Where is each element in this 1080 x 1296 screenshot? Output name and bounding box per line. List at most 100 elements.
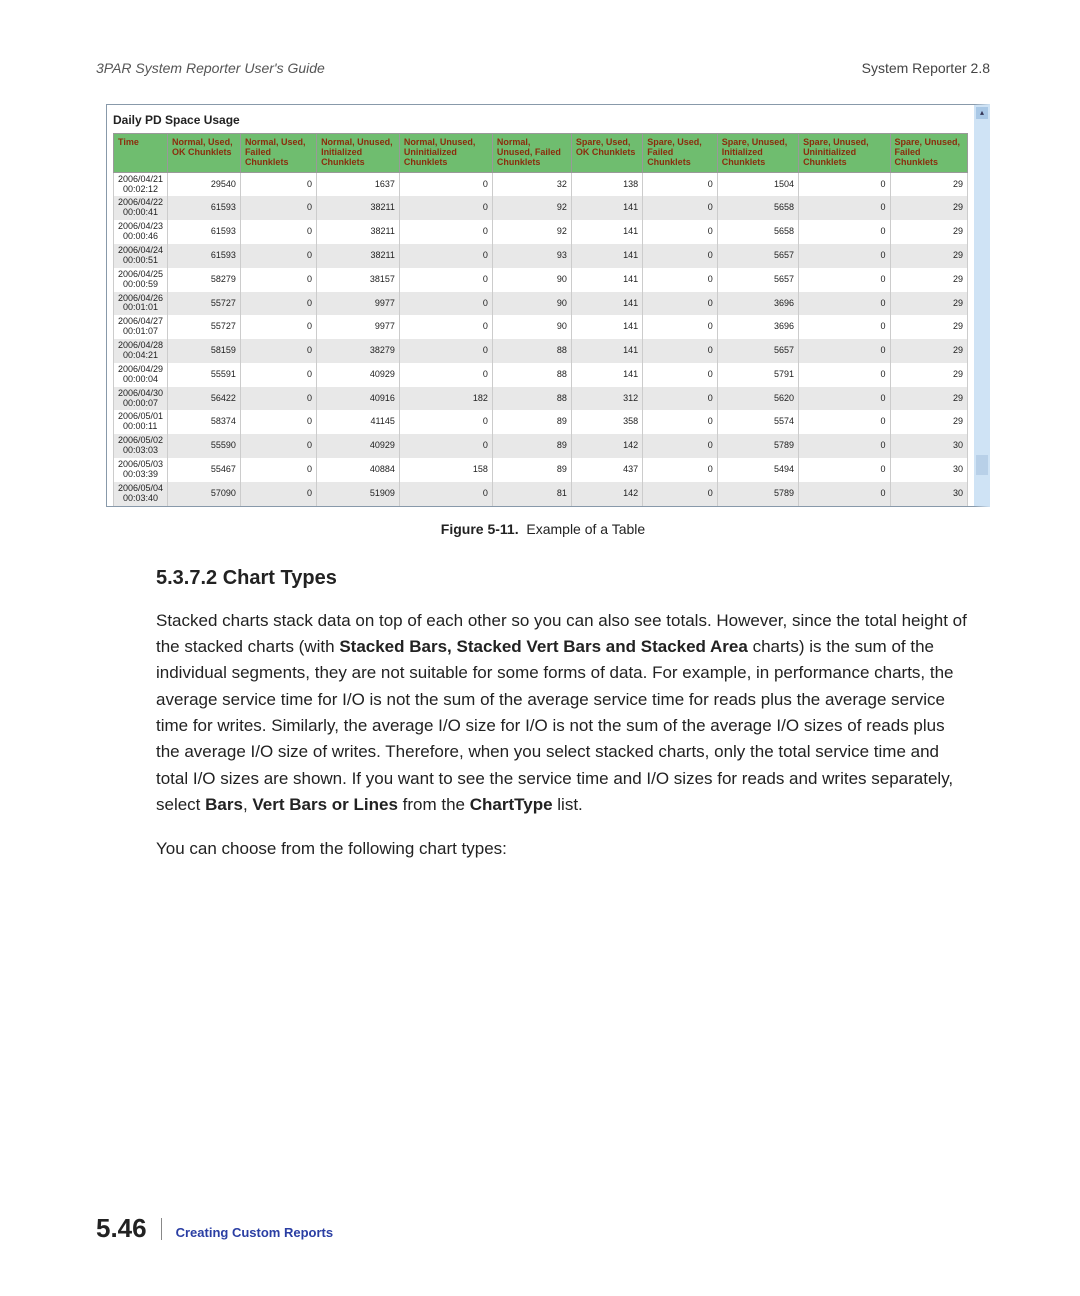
table-row: 2006/04/23 00:00:46615930382110921410565… (114, 220, 968, 244)
cell-value: 0 (399, 172, 492, 196)
cell-value: 1637 (317, 172, 400, 196)
cell-time: 2006/05/01 00:00:11 (114, 410, 168, 434)
cell-value: 0 (799, 410, 890, 434)
cell-value: 90 (492, 268, 571, 292)
scroll-up-icon: ▴ (976, 107, 988, 119)
cell-value: 0 (799, 387, 890, 411)
cell-value: 0 (240, 196, 316, 220)
cell-value: 0 (643, 482, 718, 506)
cell-value: 0 (799, 482, 890, 506)
cell-value: 0 (643, 410, 718, 434)
cell-value: 0 (240, 172, 316, 196)
cell-value: 0 (240, 410, 316, 434)
cell-value: 0 (399, 292, 492, 316)
cell-value: 0 (643, 172, 718, 196)
cell-value: 141 (571, 268, 642, 292)
cell-value: 29 (890, 268, 968, 292)
table-row: 2006/04/21 00:02:12295400163703213801504… (114, 172, 968, 196)
header-left: 3PAR System Reporter User's Guide (96, 60, 325, 76)
bold-run: Vert Bars or Lines (252, 795, 398, 814)
cell-value: 0 (240, 387, 316, 411)
cell-time: 2006/04/30 00:00:07 (114, 387, 168, 411)
cell-value: 0 (643, 268, 718, 292)
cell-value: 55590 (168, 434, 241, 458)
cell-value: 89 (492, 434, 571, 458)
cell-value: 5574 (717, 410, 798, 434)
cell-value: 5620 (717, 387, 798, 411)
cell-value: 58374 (168, 410, 241, 434)
cell-value: 29 (890, 196, 968, 220)
text-run: , (243, 795, 252, 814)
paragraph-1: Stacked charts stack data on top of each… (156, 608, 970, 819)
cell-time: 2006/04/27 00:01:07 (114, 315, 168, 339)
cell-time: 2006/05/03 00:03:39 (114, 458, 168, 482)
cell-value: 29540 (168, 172, 241, 196)
cell-value: 29 (890, 244, 968, 268)
running-header: 3PAR System Reporter User's Guide System… (96, 60, 990, 76)
cell-value: 0 (643, 363, 718, 387)
bold-run: ChartType (470, 795, 553, 814)
cell-value: 0 (799, 315, 890, 339)
cell-value: 0 (643, 220, 718, 244)
cell-value: 90 (492, 315, 571, 339)
cell-value: 0 (643, 196, 718, 220)
cell-value: 41145 (317, 410, 400, 434)
figure-label: Figure 5-11. (441, 521, 519, 537)
cell-value: 1504 (717, 172, 798, 196)
cell-value: 0 (240, 244, 316, 268)
cell-value: 58279 (168, 268, 241, 292)
cell-value: 0 (240, 434, 316, 458)
cell-value: 141 (571, 363, 642, 387)
cell-value: 40929 (317, 363, 400, 387)
cell-value: 55727 (168, 292, 241, 316)
cell-value: 141 (571, 292, 642, 316)
data-table: TimeNormal, Used, OK ChunkletsNormal, Us… (113, 133, 968, 506)
column-header: Spare, Used, Failed Chunklets (643, 134, 718, 173)
figure-caption: Figure 5-11. Example of a Table (96, 521, 990, 537)
page-footer: 5.46 Creating Custom Reports (96, 1213, 333, 1244)
cell-value: 0 (240, 458, 316, 482)
cell-value: 138 (571, 172, 642, 196)
cell-value: 40916 (317, 387, 400, 411)
cell-value: 141 (571, 339, 642, 363)
cell-value: 5494 (717, 458, 798, 482)
cell-time: 2006/04/25 00:00:59 (114, 268, 168, 292)
cell-value: 5658 (717, 220, 798, 244)
scroll-thumb (976, 455, 988, 475)
paragraph-2: You can choose from the following chart … (156, 836, 970, 862)
cell-value: 0 (399, 434, 492, 458)
cell-value: 40929 (317, 434, 400, 458)
cell-value: 0 (240, 292, 316, 316)
cell-value: 51909 (317, 482, 400, 506)
cell-time: 2006/04/26 00:01:01 (114, 292, 168, 316)
cell-value: 0 (399, 268, 492, 292)
cell-value: 0 (399, 363, 492, 387)
table-row: 2006/04/28 00:04:21581590382790881410565… (114, 339, 968, 363)
cell-value: 58159 (168, 339, 241, 363)
cell-value: 9977 (317, 315, 400, 339)
cell-value: 0 (399, 220, 492, 244)
cell-value: 0 (399, 315, 492, 339)
cell-value: 61593 (168, 196, 241, 220)
cell-value: 5658 (717, 196, 798, 220)
cell-value: 141 (571, 315, 642, 339)
cell-value: 61593 (168, 244, 241, 268)
cell-value: 182 (399, 387, 492, 411)
cell-value: 142 (571, 434, 642, 458)
table-row: 2006/04/29 00:00:04555910409290881410579… (114, 363, 968, 387)
table-row: 2006/04/26 00:01:01557270997709014103696… (114, 292, 968, 316)
cell-value: 312 (571, 387, 642, 411)
cell-value: 81 (492, 482, 571, 506)
page-number: 5.46 (96, 1213, 147, 1244)
cell-value: 90 (492, 292, 571, 316)
header-right: System Reporter 2.8 (862, 60, 990, 76)
cell-value: 92 (492, 220, 571, 244)
cell-value: 88 (492, 339, 571, 363)
cell-value: 56422 (168, 387, 241, 411)
cell-value: 38157 (317, 268, 400, 292)
cell-value: 158 (399, 458, 492, 482)
column-header: Normal, Used, OK Chunklets (168, 134, 241, 173)
cell-value: 29 (890, 387, 968, 411)
cell-value: 3696 (717, 292, 798, 316)
cell-value: 437 (571, 458, 642, 482)
